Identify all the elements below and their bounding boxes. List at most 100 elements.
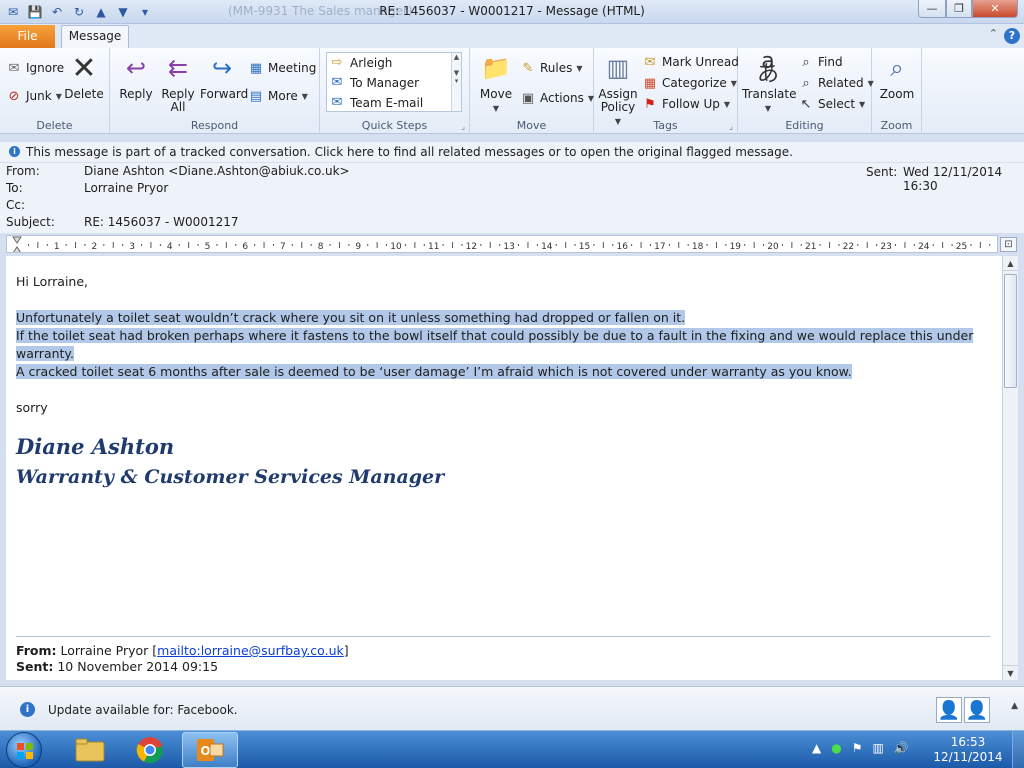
taskbar-outlook[interactable]: O bbox=[182, 732, 238, 768]
tags-group-label: Tags bbox=[653, 119, 678, 132]
quick-steps-gallery: ⇨ Arleigh ✉ To Manager ✉ Team E-mail ▲ ▼ ▾ bbox=[326, 52, 462, 112]
meeting-button[interactable]: ▦ Meeting bbox=[248, 58, 317, 78]
more-label: More bbox=[268, 89, 298, 103]
help-icon[interactable]: ? bbox=[1004, 28, 1020, 44]
body-line-3: warranty. bbox=[16, 346, 75, 361]
meeting-label: Meeting bbox=[268, 61, 317, 75]
to-value[interactable]: Lorraine Pryor bbox=[84, 180, 168, 197]
volume-icon[interactable]: 🔊 bbox=[894, 741, 909, 755]
network-icon[interactable]: ▥ bbox=[872, 741, 883, 755]
follow-up-button[interactable]: ⚑ Follow Up ▼ bbox=[642, 94, 730, 114]
flag-icon: ⚑ bbox=[644, 96, 656, 112]
view-ruler-toggle[interactable]: ⊡ bbox=[1000, 237, 1017, 252]
signature-title: Warranty & Customer Services Manager bbox=[16, 466, 445, 488]
quoted-from-line: From: Lorraine Pryor [mailto:lorraine@su… bbox=[16, 643, 349, 658]
avatar[interactable]: 👤 bbox=[964, 697, 990, 723]
move-group: 📁 Move ▼ ✎ Rules ▼ ▣ Actions ▼ Move bbox=[470, 48, 594, 134]
scroll-down-arrow[interactable]: ▼ bbox=[1003, 665, 1018, 680]
taskbar-clock[interactable]: 16:53 12/11/2014 bbox=[928, 735, 1008, 765]
dialog-launcher-icon[interactable]: ⌟ bbox=[729, 122, 733, 131]
scroll-up-arrow[interactable]: ▲ bbox=[1003, 256, 1018, 271]
translate-icon: aあ bbox=[756, 49, 779, 87]
taskbar-explorer[interactable] bbox=[62, 732, 118, 768]
zoom-group-label: Zoom bbox=[880, 119, 913, 132]
quick-step-to-manager[interactable]: ✉ To Manager bbox=[329, 73, 420, 92]
action-center-flag-icon[interactable]: ⚑ bbox=[852, 741, 863, 755]
actions-button[interactable]: ▣ Actions ▼ bbox=[520, 88, 594, 108]
dialog-launcher-icon[interactable]: ⌟ bbox=[461, 122, 465, 131]
ruler-number: 21 bbox=[805, 242, 816, 252]
ruler-number: 10 bbox=[390, 242, 402, 252]
status-green-icon[interactable]: ● bbox=[831, 741, 841, 755]
delete-button[interactable]: ✕ Delete bbox=[62, 52, 106, 101]
minimize-ribbon-icon[interactable]: ⌃ bbox=[989, 27, 998, 40]
message-body[interactable]: Hi Lorraine, Unfortunately a toilet seat… bbox=[6, 256, 1002, 680]
assign-policy-button[interactable]: ▥ Assign Policy ▼ bbox=[596, 52, 640, 128]
horizontal-ruler[interactable]: 1 2 3 4 5 6 7 8 9 10 11 12 13 14 15 16 17 18 19 20 21 22 23 24 2… bbox=[6, 235, 998, 253]
translate-button[interactable]: aあ Translate ▼ bbox=[742, 49, 797, 115]
find-button[interactable]: ⌕ Find bbox=[798, 52, 842, 72]
svg-text:O: O bbox=[200, 744, 210, 758]
start-button[interactable] bbox=[6, 732, 42, 768]
actions-label: Actions bbox=[540, 91, 584, 105]
zoom-label: Zoom bbox=[879, 87, 915, 101]
junk-button[interactable]: ⊘ Junk ▼ bbox=[6, 86, 62, 106]
chevron-down-icon: ▼ bbox=[492, 104, 500, 113]
chevron-up-icon[interactable]: ▲ bbox=[1011, 701, 1018, 711]
mark-unread-button[interactable]: ✉ Mark Unread bbox=[642, 52, 739, 72]
show-hidden-icons[interactable]: ▲ bbox=[812, 741, 821, 755]
quoted-divider bbox=[16, 636, 990, 637]
move-group-label: Move bbox=[516, 119, 547, 132]
minimize-button[interactable]: — bbox=[918, 0, 946, 18]
avatar[interactable]: 👤 bbox=[936, 697, 962, 723]
from-value[interactable]: Diane Ashton <Diane.Ashton@abiuk.co.uk> bbox=[84, 163, 350, 180]
chevron-down-icon: ▼ bbox=[723, 99, 731, 109]
tab-message[interactable]: Message bbox=[61, 25, 129, 48]
scroll-thumb[interactable] bbox=[1004, 274, 1017, 388]
ruler-number: 25 bbox=[956, 242, 967, 252]
move-button[interactable]: 📁 Move ▼ bbox=[474, 52, 518, 115]
quick-steps-scroll[interactable]: ▲ ▼ ▾ bbox=[451, 53, 461, 111]
follow-up-label: Follow Up bbox=[662, 97, 720, 111]
quick-step-arleigh[interactable]: ⇨ Arleigh bbox=[329, 53, 393, 72]
quoted-sent-label: Sent: bbox=[16, 659, 54, 674]
title-bar: ✉ 💾 ↶ ↻ ▲ ▼ ▾ (MM-9931 The Sales manager… bbox=[0, 0, 1024, 24]
to-label: To: bbox=[6, 181, 23, 195]
move-label: Move bbox=[479, 87, 513, 101]
forward-icon: ↪ bbox=[211, 53, 233, 82]
update-notice[interactable]: Update available for: Facebook. bbox=[48, 703, 238, 717]
move-folder-icon: 📁 bbox=[481, 53, 511, 82]
ruler-indent-marker[interactable] bbox=[12, 236, 22, 253]
zoom-button[interactable]: ⌕ Zoom bbox=[875, 52, 919, 101]
select-label: Select bbox=[818, 97, 856, 111]
tab-file[interactable]: File bbox=[0, 25, 55, 48]
ruler-number: 20 bbox=[767, 242, 779, 252]
ignore-button[interactable]: ✉ Ignore bbox=[6, 58, 65, 78]
forward-button[interactable]: ↪ Forward bbox=[200, 52, 248, 101]
tracked-conversation-infobar[interactable]: i This message is part of a tracked conv… bbox=[0, 142, 1024, 162]
reply-button[interactable]: ↩ Reply bbox=[114, 52, 158, 101]
zoom-group: ⌕ Zoom Zoom bbox=[872, 48, 922, 134]
select-button[interactable]: ↖ Select ▼ bbox=[798, 94, 866, 114]
maximize-button[interactable]: ❐ bbox=[946, 0, 972, 18]
taskbar-chrome[interactable] bbox=[122, 732, 178, 768]
body-scrollbar[interactable]: ▲ ▼ bbox=[1002, 256, 1018, 680]
reply-all-button[interactable]: ⇇ Reply All bbox=[156, 52, 200, 114]
more-button[interactable]: ▤ More ▼ bbox=[248, 86, 308, 106]
related-button[interactable]: ⌕ Related ▼ bbox=[798, 73, 873, 93]
ignore-icon: ✉ bbox=[8, 60, 20, 76]
rules-button[interactable]: ✎ Rules ▼ bbox=[520, 58, 583, 78]
chevron-down-icon: ▼ bbox=[576, 63, 583, 73]
people-pane: i Update available for: Facebook. 👤 👤 ▲ bbox=[0, 686, 1024, 730]
quoted-mailto-link[interactable]: mailto:lorraine@surfbay.co.uk bbox=[157, 643, 344, 658]
show-desktop-button[interactable] bbox=[1012, 731, 1024, 768]
tags-group: ▥ Assign Policy ▼ ✉ Mark Unread ▦ Catego… bbox=[594, 48, 739, 134]
from-label: From: bbox=[6, 164, 40, 178]
close-button[interactable]: ✕ bbox=[972, 0, 1018, 18]
ribbon: ✉ Ignore ⊘ Junk ▼ ✕ Delete Delete ↩ Repl… bbox=[0, 48, 1024, 134]
delete-group: ✉ Ignore ⊘ Junk ▼ ✕ Delete Delete bbox=[0, 48, 110, 134]
ruler-number: 4 bbox=[167, 242, 173, 252]
categorize-button[interactable]: ▦ Categorize ▼ bbox=[642, 73, 737, 93]
ruler-number: 14 bbox=[541, 242, 553, 252]
quick-step-team-email[interactable]: ✉ Team E-mail bbox=[329, 93, 424, 112]
